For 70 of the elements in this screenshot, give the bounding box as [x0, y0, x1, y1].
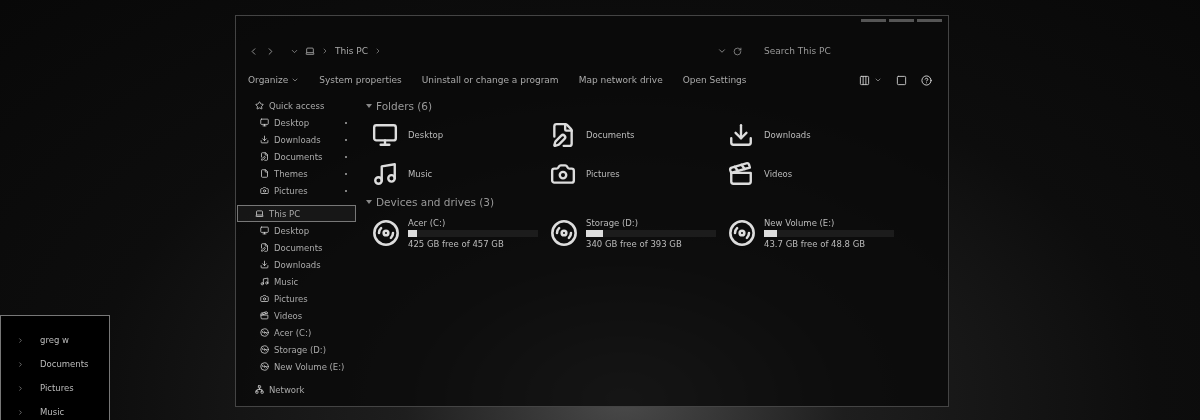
drive-tile[interactable]: Acer (C:) 425 GB free of 457 GB: [366, 211, 544, 255]
start-menu-item[interactable]: Pictures: [1, 376, 109, 400]
toolbar-command[interactable]: Open Settings: [682, 75, 757, 85]
star-icon: [255, 101, 264, 110]
download-icon: [260, 260, 269, 269]
section-heading[interactable]: Folders (6): [366, 97, 948, 115]
nav-item[interactable]: Desktop: [237, 114, 356, 131]
folder-tile[interactable]: Documents: [544, 115, 722, 154]
camera-icon: [260, 186, 269, 195]
start-menu-item[interactable]: Documents: [1, 352, 109, 376]
chevron-icon: [17, 384, 24, 392]
nav-item[interactable]: Storage (D:): [237, 341, 356, 358]
folder-tile[interactable]: Music: [366, 154, 544, 193]
clapperboard-icon: [728, 160, 754, 187]
document-icon: [550, 121, 576, 148]
nav-item[interactable]: Videos: [237, 307, 356, 324]
nav-item[interactable]: Desktop: [237, 222, 356, 239]
help-icon[interactable]: [921, 74, 932, 86]
start-menu-item[interactable]: greg w: [1, 328, 109, 352]
nav-item[interactable]: Music: [237, 273, 356, 290]
breadcrumb[interactable]: This PC: [335, 46, 368, 56]
download-icon: [260, 135, 269, 144]
caret-icon[interactable]: [874, 76, 882, 84]
search-field[interactable]: Search This PC: [762, 45, 906, 57]
monitor-icon: [260, 118, 269, 127]
file-icon: [260, 169, 269, 178]
refresh-icon[interactable]: [733, 46, 742, 56]
nav-item[interactable]: New Volume (E:): [237, 358, 356, 375]
chevron-icon: [17, 336, 24, 344]
drive-tile[interactable]: New Volume (E:) 43.7 GB free of 48.8 GB: [722, 211, 900, 255]
section-heading[interactable]: Devices and drives (3): [366, 193, 948, 211]
music-icon: [372, 160, 398, 187]
nav-item[interactable]: Downloads: [237, 256, 356, 273]
toolbar-command[interactable]: System properties: [319, 75, 412, 85]
chevron-icon: [321, 47, 329, 55]
document-icon: [260, 152, 269, 161]
download-icon: [728, 121, 754, 148]
start-menu-item[interactable]: Music: [1, 400, 109, 420]
nav-item[interactable]: This PC: [237, 205, 356, 222]
drive-tile[interactable]: Storage (D:) 340 GB free of 393 GB: [544, 211, 722, 255]
nav-item[interactable]: Pictures: [237, 290, 356, 307]
nav-item[interactable]: Acer (C:): [237, 324, 356, 341]
chevron-icon: [17, 360, 24, 368]
nav-item[interactable]: Themes: [237, 165, 356, 182]
folder-tile[interactable]: Desktop: [366, 115, 544, 154]
pane-icon[interactable]: [896, 74, 907, 86]
nav-item[interactable]: Quick access: [237, 97, 356, 114]
nav-item[interactable]: Documents: [237, 239, 356, 256]
nav-item[interactable]: Documents: [237, 148, 356, 165]
camera-icon: [260, 294, 269, 303]
folder-tile[interactable]: Downloads: [722, 115, 900, 154]
toolbar-command[interactable]: Organize: [248, 75, 310, 85]
view-icon[interactable]: [859, 74, 870, 86]
clapperboard-icon: [260, 311, 269, 320]
nav-item[interactable]: Downloads: [237, 131, 356, 148]
network-icon: [255, 385, 264, 394]
laptop-icon: [305, 46, 315, 56]
monitor-icon: [372, 121, 398, 148]
chevron-icon: [17, 408, 24, 416]
nav-item[interactable]: Network: [237, 381, 356, 398]
caret-icon[interactable]: [717, 46, 727, 56]
toolbar-command[interactable]: Map network drive: [578, 75, 673, 85]
laptop-icon: [255, 209, 264, 218]
folder-tile[interactable]: Videos: [722, 154, 900, 193]
document-icon: [260, 243, 269, 252]
nav-item[interactable]: Pictures: [237, 182, 356, 199]
folder-tile[interactable]: Pictures: [544, 154, 722, 193]
music-icon: [260, 277, 269, 286]
toolbar-command[interactable]: Uninstall or change a program: [421, 75, 569, 85]
monitor-icon: [260, 226, 269, 235]
